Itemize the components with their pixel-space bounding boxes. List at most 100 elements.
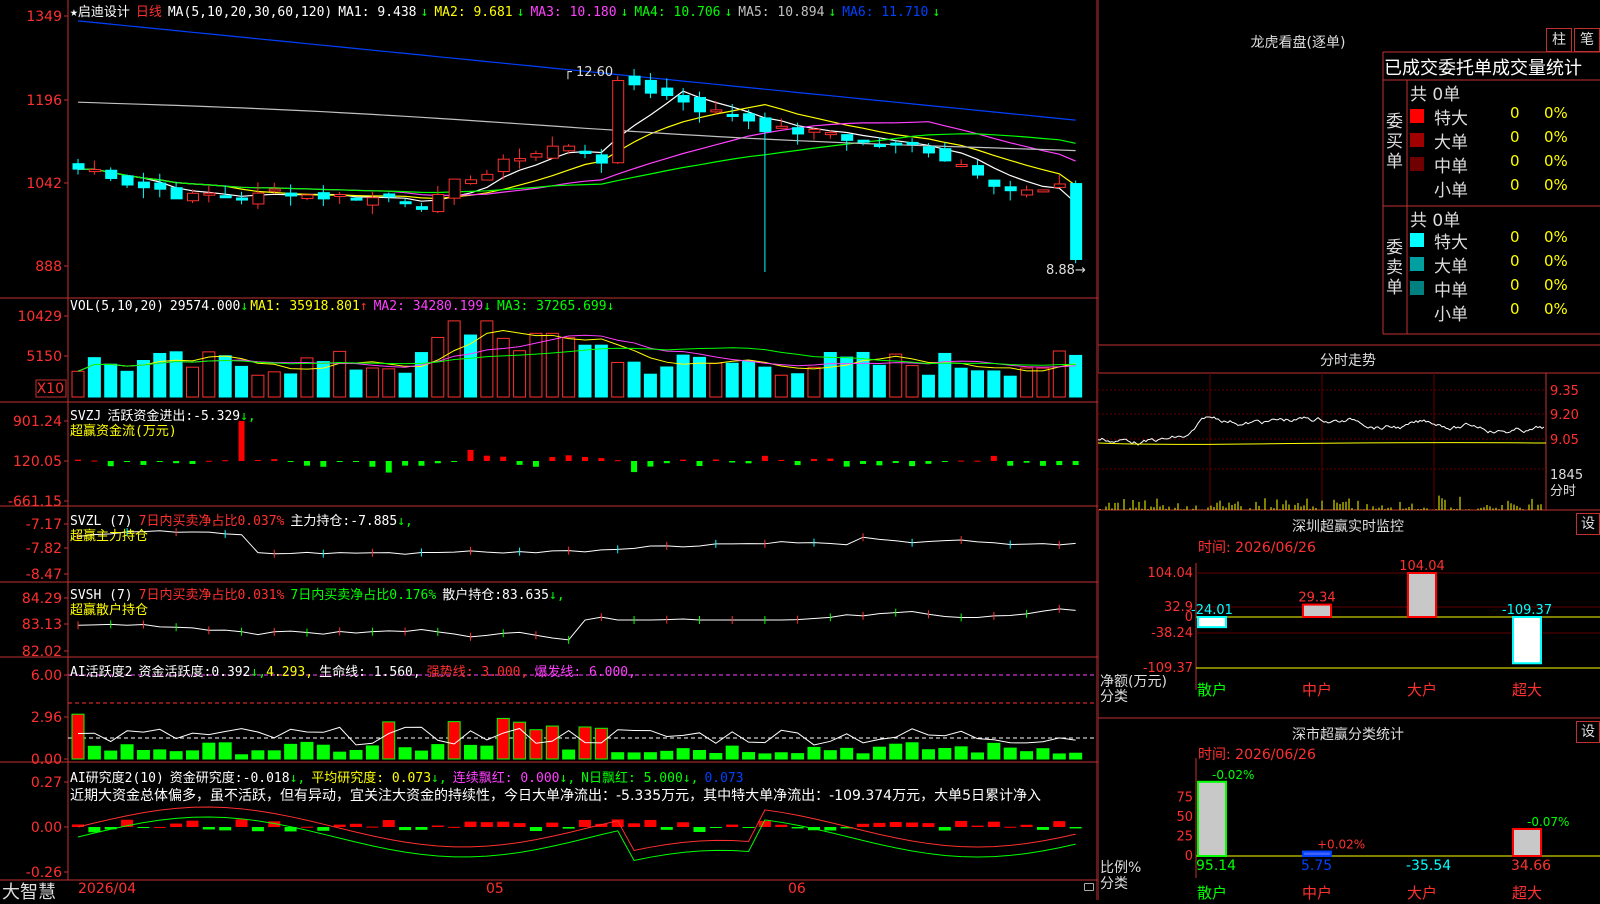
candle-body[interactable] (628, 75, 641, 86)
candle-body[interactable] (661, 87, 674, 97)
volume-bar[interactable] (153, 352, 167, 398)
volume-bar[interactable] (840, 356, 854, 398)
volume-bar[interactable] (921, 374, 935, 398)
volume-bar[interactable] (807, 366, 821, 398)
volume-bar[interactable] (971, 370, 985, 398)
volume-bar[interactable] (791, 373, 805, 398)
candle-body[interactable] (88, 169, 101, 173)
volume-bar[interactable] (611, 361, 625, 398)
candle-body[interactable] (105, 169, 118, 180)
volume-bar[interactable] (496, 337, 510, 398)
candle-body[interactable] (1070, 183, 1083, 260)
volume-bar[interactable] (120, 370, 134, 398)
volume-bar[interactable] (660, 366, 674, 398)
candle-body[interactable] (743, 113, 756, 122)
kline-chart-svg[interactable]: 1349 1196 1042 888 10429 5150 X10 901.24 120.05 -… (0, 0, 1098, 900)
lock-icon[interactable] (1084, 883, 1094, 891)
candle-body[interactable] (726, 113, 739, 117)
volume-bar[interactable] (71, 370, 85, 398)
volume-bar[interactable] (202, 351, 216, 398)
volume-bar[interactable] (169, 351, 183, 398)
candle-body[interactable] (399, 201, 412, 205)
candle-body[interactable] (563, 145, 576, 152)
candle-body[interactable] (366, 197, 379, 206)
volume-bar[interactable] (987, 370, 1001, 398)
candle-body[interactable] (350, 197, 363, 201)
volume-bar[interactable] (136, 360, 150, 398)
candle-body[interactable] (775, 125, 788, 129)
candle-body[interactable] (546, 145, 559, 159)
volume-bar[interactable] (185, 366, 199, 398)
candle-body[interactable] (939, 148, 952, 162)
volume-bar[interactable] (774, 374, 788, 398)
candle-body[interactable] (792, 127, 805, 135)
volume-bar[interactable] (823, 352, 837, 398)
intraday-chart[interactable]: 9.35 9.20 9.05 1845分时 (1098, 373, 1600, 510)
volume-bar[interactable] (218, 355, 232, 398)
candle-body[interactable] (236, 197, 249, 201)
candle-body[interactable] (906, 141, 919, 145)
candle-body[interactable] (465, 179, 478, 185)
volume-bar[interactable] (758, 366, 772, 398)
volume-bar[interactable] (709, 362, 723, 398)
volume-bar[interactable] (513, 350, 527, 398)
candle-body[interactable] (595, 154, 608, 164)
candle-body[interactable] (170, 187, 183, 200)
volume-bar[interactable] (643, 373, 657, 398)
volume-bar[interactable] (872, 364, 886, 398)
volume-bar[interactable] (267, 371, 281, 398)
candle-body[interactable] (972, 165, 985, 176)
volume-bar[interactable] (431, 336, 445, 398)
candle-body[interactable] (497, 158, 510, 173)
candle-body[interactable] (383, 193, 396, 198)
candle-body[interactable] (285, 192, 298, 197)
candle-body[interactable] (432, 194, 445, 213)
volume-bar[interactable] (1020, 367, 1034, 398)
candle-body[interactable] (1004, 186, 1017, 192)
volume-bar[interactable] (1069, 354, 1083, 398)
candle-body[interactable] (677, 95, 690, 103)
volume-bar[interactable] (398, 372, 412, 398)
chart-area[interactable]: 1349 1196 1042 888 10429 5150 X10 901.24 120.05 -… (0, 0, 1098, 900)
volume-bar[interactable] (1052, 350, 1066, 398)
volume-bar[interactable] (562, 337, 576, 398)
volume-bar[interactable] (578, 344, 592, 398)
candle-body[interactable] (530, 153, 543, 158)
candle-body[interactable] (759, 117, 772, 133)
candle-body[interactable] (612, 80, 625, 164)
candle-body[interactable] (481, 173, 494, 181)
candle-body[interactable] (988, 179, 1001, 187)
volume-bar[interactable] (251, 374, 265, 398)
volume-bar[interactable] (235, 365, 249, 398)
candle-body[interactable] (1037, 189, 1050, 193)
candle-body[interactable] (268, 188, 281, 192)
candle-body[interactable] (203, 192, 216, 196)
volume-bar[interactable] (676, 354, 690, 398)
volume-bar[interactable] (545, 332, 559, 398)
candle-body[interactable] (955, 164, 968, 168)
candle-body[interactable] (1053, 183, 1066, 188)
volume-bar[interactable] (905, 365, 919, 398)
volume-bar[interactable] (725, 362, 739, 398)
volume-bar[interactable] (365, 367, 379, 398)
candle-body[interactable] (448, 178, 461, 199)
volume-bar[interactable] (333, 350, 347, 398)
volume-bar[interactable] (594, 344, 608, 398)
volume-bar[interactable] (1036, 367, 1050, 398)
candle-body[interactable] (579, 150, 592, 155)
star-icon[interactable]: ★ (70, 5, 78, 20)
candle-body[interactable] (334, 194, 347, 198)
candle-body[interactable] (873, 144, 886, 148)
candle-body[interactable] (154, 182, 167, 190)
candle-body[interactable] (922, 146, 935, 154)
candle-body[interactable] (890, 142, 903, 146)
candle-body[interactable] (186, 192, 199, 202)
stock-name[interactable]: 启迪设计 (78, 5, 130, 20)
candle-body[interactable] (808, 128, 821, 133)
volume-bar[interactable] (382, 368, 396, 398)
candle-body[interactable] (137, 181, 150, 189)
candle-body[interactable] (1021, 189, 1034, 196)
volume-bar[interactable] (284, 373, 298, 398)
candle-body[interactable] (857, 139, 870, 143)
candle-body[interactable] (121, 175, 134, 186)
